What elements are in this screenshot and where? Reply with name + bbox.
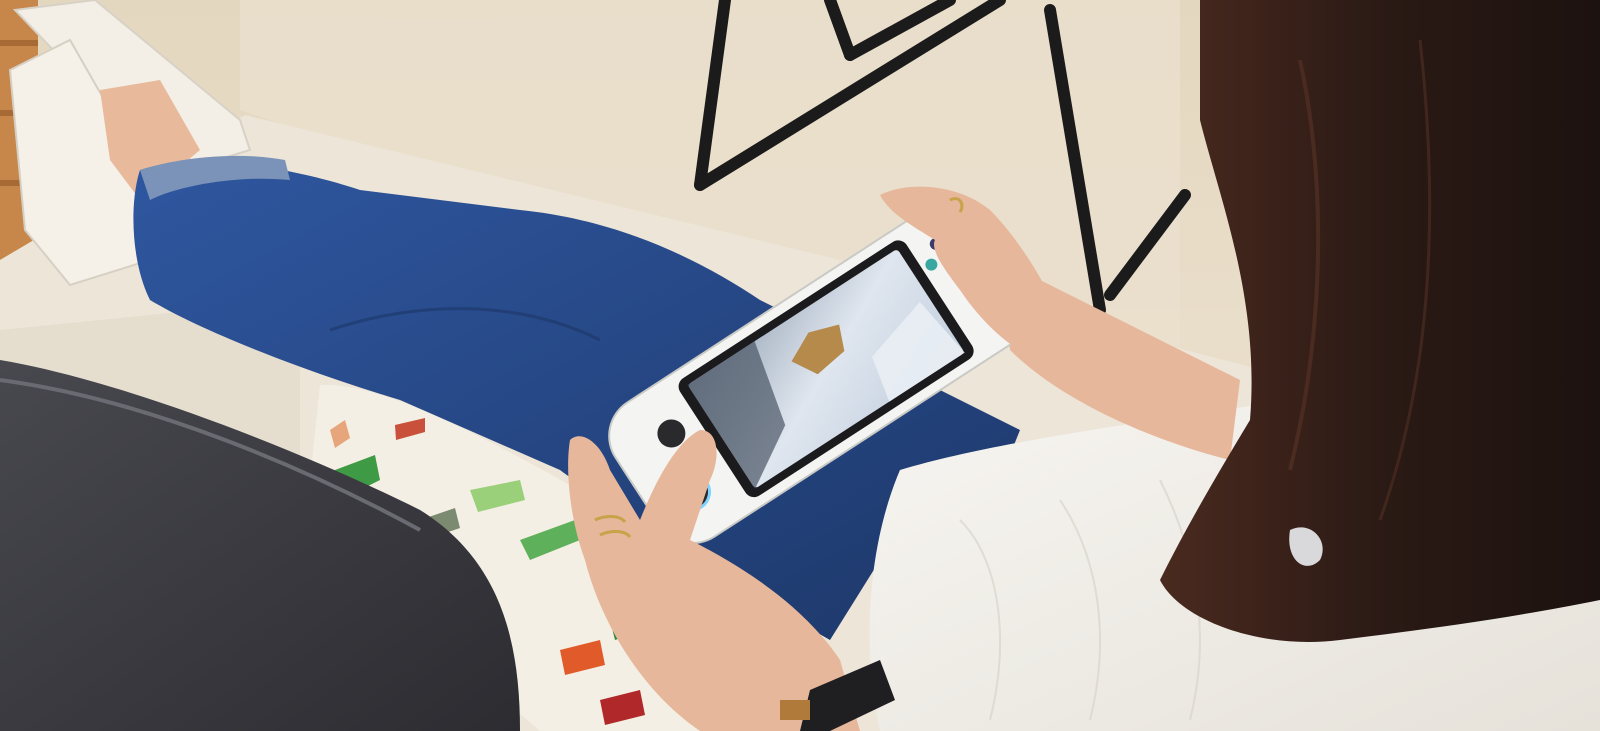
bracelet <box>780 700 810 720</box>
photo-illustration <box>0 0 1600 731</box>
shelf-line <box>0 40 38 46</box>
lifestyle-photo <box>0 0 1600 731</box>
